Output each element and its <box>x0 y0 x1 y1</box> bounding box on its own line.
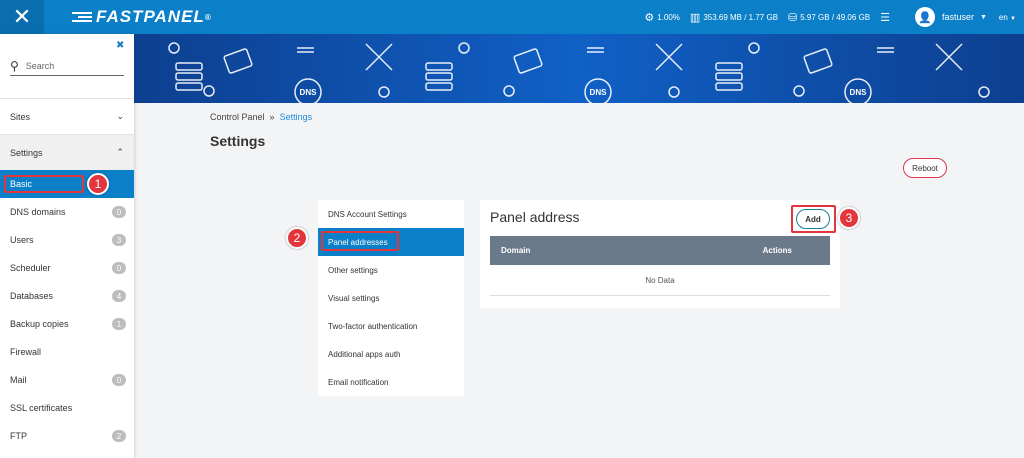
logo-lines-icon <box>72 10 92 24</box>
sidebar-item-databases[interactable]: Databases 4 <box>0 282 134 310</box>
ram-stat: ▥ 353.69 MB / 1.77 GB <box>689 11 779 24</box>
count-badge: 0 <box>112 374 126 386</box>
disk-stat: ⛁ 5.97 GB / 49.06 GB <box>788 11 871 24</box>
banner-dns-label: DNS <box>300 88 318 97</box>
settings-submenu: DNS Account Settings Panel addresses Oth… <box>318 200 464 396</box>
brand-logo[interactable]: FASTPANEL ® <box>72 7 212 27</box>
chevron-up-icon: ⌃ <box>116 147 124 157</box>
sidebar-item-ftp[interactable]: FTP 2 <box>0 422 134 450</box>
highlight-basic <box>4 175 84 193</box>
submenu-email-notification[interactable]: Email notification <box>318 368 464 396</box>
breadcrumb-root[interactable]: Control Panel <box>210 112 265 122</box>
search-input[interactable]: ⚲ Search <box>10 56 124 76</box>
column-domain[interactable]: Domain <box>501 246 530 255</box>
top-bar: ✕ FASTPANEL ® ⚙ 1.00% ▥ 353.69 MB / 1.77 GB… <box>0 0 1024 34</box>
sidebar-item-firewall[interactable]: Firewall <box>0 338 134 366</box>
close-icon: ✕ <box>12 4 32 29</box>
chevron-down-icon: ⌄ <box>116 111 124 121</box>
step-marker-3: 3 <box>838 207 860 229</box>
sidebar-item-ssl-certificates[interactable]: SSL certificates <box>0 394 134 422</box>
table-header: Domain Actions <box>490 236 830 265</box>
column-actions: Actions <box>762 246 792 255</box>
submenu-dns-account-settings[interactable]: DNS Account Settings <box>318 200 464 228</box>
sidebar-group-sites[interactable]: Sites ⌄ <box>0 98 134 134</box>
count-badge: 2 <box>112 430 126 442</box>
sidebar-group-settings[interactable]: Settings ⌃ <box>0 134 134 170</box>
sidebar: ✖ ⚲ Search Sites ⌄ Settings ⌃ Basic DNS … <box>0 34 134 458</box>
brand-name: FASTPANEL <box>96 7 205 26</box>
page-title: Settings <box>210 133 266 149</box>
cpu-gauge-icon: ⚙ <box>644 11 655 24</box>
panel-address-card: Panel address Add Domain Actions No Data <box>480 200 840 308</box>
sidebar-item-backup-copies[interactable]: Backup copies 1 <box>0 310 134 338</box>
search-icon: ⚲ <box>10 58 19 73</box>
card-title: Panel address <box>490 209 580 225</box>
close-menu-button[interactable]: ✕ <box>0 0 44 34</box>
pin-icon[interactable]: ✖ <box>116 40 124 51</box>
banner-pattern: DNS DNS DNS <box>168 42 990 103</box>
empty-state: No Data <box>490 265 830 296</box>
highlight-panel-addresses <box>321 231 399 251</box>
submenu-two-factor-authentication[interactable]: Two-factor authentication <box>318 312 464 340</box>
server-stats: ⚙ 1.00% ▥ 353.69 MB / 1.77 GB ⛁ 5.97 GB / 4… <box>644 0 1024 34</box>
cpu-stat: ⚙ 1.00% <box>644 11 680 24</box>
sidebar-item-users[interactable]: Users 3 <box>0 226 134 254</box>
disk-icon: ⛁ <box>788 11 798 24</box>
reboot-button[interactable]: Reboot <box>903 158 947 178</box>
chevron-down-icon: ▼ <box>1010 15 1016 22</box>
sidebar-item-scheduler[interactable]: Scheduler 0 <box>0 254 134 282</box>
server-icon: ☰ <box>880 11 890 24</box>
banner-dns-label: DNS <box>590 88 608 97</box>
header-banner: DNS DNS DNS <box>134 34 1024 103</box>
count-badge: 0 <box>112 262 126 274</box>
banner-dns-label: DNS <box>850 88 868 97</box>
language-select[interactable]: en ▼ <box>999 13 1016 22</box>
sidebar-item-mail[interactable]: Mail 0 <box>0 366 134 394</box>
count-badge: 0 <box>112 206 126 218</box>
username: fastuser <box>941 12 974 22</box>
highlight-add-button <box>791 205 836 233</box>
breadcrumb: Control Panel» Settings <box>210 112 313 122</box>
step-marker-1: 1 <box>87 173 109 195</box>
memory-icon: ▥ <box>689 11 701 24</box>
count-badge: 1 <box>112 318 126 330</box>
submenu-other-settings[interactable]: Other settings <box>318 256 464 284</box>
sidebar-item-dns-domains[interactable]: DNS domains 0 <box>0 198 134 226</box>
breadcrumb-current[interactable]: Settings <box>280 112 313 122</box>
chevron-down-icon: ▼ <box>979 13 987 21</box>
step-marker-2: 2 <box>286 227 308 249</box>
count-badge: 4 <box>112 290 126 302</box>
submenu-visual-settings[interactable]: Visual settings <box>318 284 464 312</box>
submenu-additional-apps-auth[interactable]: Additional apps auth <box>318 340 464 368</box>
server-menu[interactable]: ☰ <box>880 11 893 24</box>
count-badge: 3 <box>112 234 126 246</box>
user-avatar-icon: 👤 <box>914 7 935 27</box>
user-menu[interactable]: 👤 fastuser ▼ <box>914 7 987 27</box>
